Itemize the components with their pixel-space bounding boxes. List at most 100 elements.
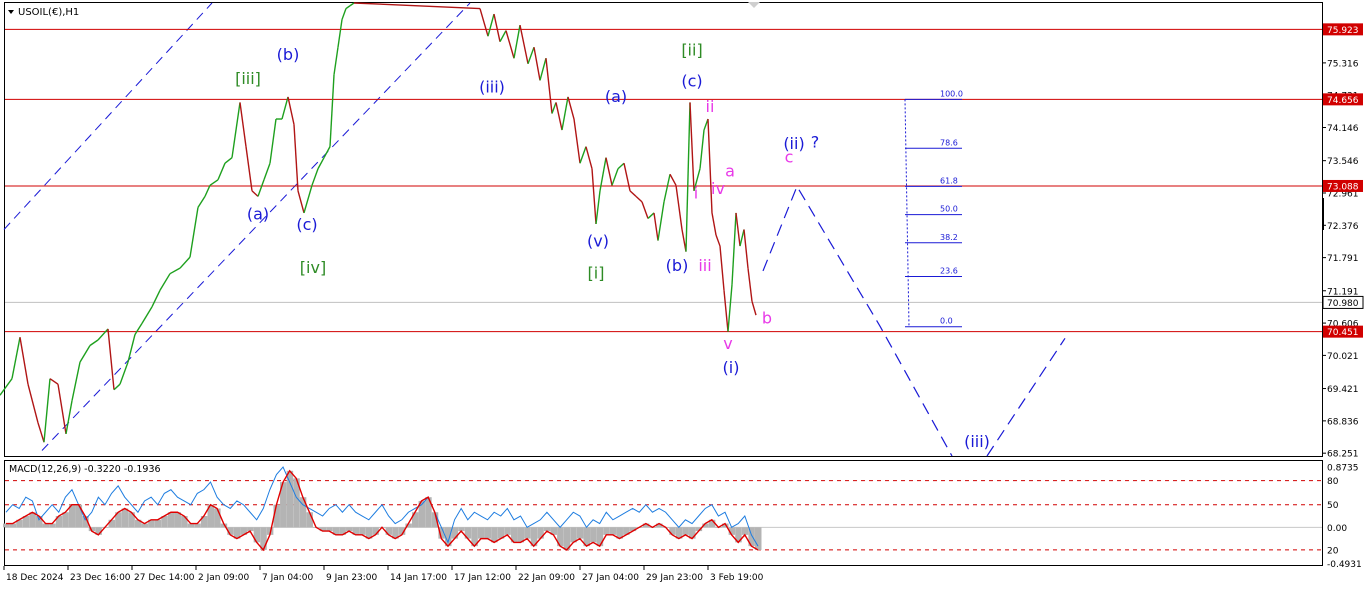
fib-level-label: 23.6: [940, 266, 958, 275]
macd-histogram-bar: [62, 512, 69, 528]
macd-histogram-bar: [524, 527, 531, 539]
macd-histogram-bar: [537, 527, 544, 539]
macd-histogram-bar: [121, 508, 129, 528]
macd-histogram-bar: [260, 527, 267, 550]
macd-tick-label: -0.4931: [1327, 560, 1362, 570]
time-tick-label: 29 Jan 23:00: [646, 573, 703, 583]
wave-label: [ii]: [681, 40, 702, 59]
macd-histogram-bar: [682, 527, 689, 535]
time-tick-label: 3 Feb 19:00: [710, 573, 764, 583]
wave-label: [iii]: [235, 69, 261, 88]
macd-tick-label: 0.00: [1327, 524, 1347, 534]
wave-label: (b): [277, 45, 300, 64]
macd-histogram-bar: [167, 512, 175, 528]
time-tick-label: 23 Dec 16:00: [70, 573, 131, 583]
wave-label: (v): [587, 232, 609, 251]
macd-histogram-bar: [596, 527, 604, 547]
macd-histogram-bar: [68, 504, 76, 528]
level-price-label: 70.451: [1327, 328, 1359, 338]
macd-histogram-bar: [181, 516, 188, 528]
wave-label: (iii): [964, 432, 990, 451]
fib-level-label: 38.2: [940, 233, 958, 242]
time-tick-label: 17 Jan 12:00: [454, 573, 511, 583]
macd-histogram-bar: [576, 527, 584, 539]
wave-label: v: [723, 334, 732, 353]
time-tick-label: 9 Jan 23:00: [326, 573, 378, 583]
macd-histogram-bar: [570, 527, 577, 543]
macd-histogram-bar: [669, 527, 676, 535]
macd-histogram-bar: [451, 527, 459, 539]
price-tick-label: 75.316: [1327, 59, 1359, 69]
fib-level-label: 78.6: [940, 138, 958, 147]
macd-histogram-bar: [286, 470, 294, 528]
time-tick-label: 22 Jan 09:00: [518, 573, 575, 583]
macd-histogram-bar: [35, 516, 43, 528]
price-tick-label: 68.836: [1327, 417, 1359, 427]
price-tick-label: 71.791: [1327, 254, 1359, 264]
macd-tick-label: 20: [1327, 546, 1339, 556]
macd-histogram-bar: [385, 527, 393, 535]
macd-histogram-bar: [491, 527, 498, 543]
macd-histogram-bar: [603, 527, 610, 535]
scroll-handle[interactable]: [1322, 198, 1324, 230]
wave-label: (a): [605, 87, 627, 106]
wave-label: [i]: [588, 264, 605, 283]
level-price-label: 75.923: [1327, 26, 1359, 36]
macd-tick-label: 0.8735: [1327, 464, 1359, 474]
fib-level-label: 100.0: [940, 89, 963, 98]
price-tick-label: 71.191: [1327, 287, 1359, 297]
time-tick-label: 14 Jan 17:00: [390, 573, 447, 583]
wave-label: iii: [698, 256, 711, 275]
price-tick-label: 72.376: [1327, 222, 1359, 232]
level-price-label: 73.088: [1327, 182, 1359, 192]
macd-histogram-bar: [517, 527, 525, 543]
symbol-title: USOIL(€),H1: [18, 7, 79, 18]
wave-label: (c): [296, 215, 317, 234]
price-tick-label: 70.021: [1327, 352, 1359, 362]
price-tick-label: 73.546: [1327, 157, 1359, 167]
fib-level-label: 61.8: [940, 176, 958, 185]
fib-level-label: 0.0: [940, 317, 953, 326]
macd-histogram-bar: [590, 527, 597, 543]
wave-label: ii: [706, 97, 715, 116]
macd-histogram-bar: [755, 527, 762, 550]
macd-tick-label: 50: [1327, 501, 1339, 511]
current-price-label: 70.980: [1327, 299, 1359, 309]
time-tick-label: 2 Jan 09:00: [198, 573, 250, 583]
wave-label: (iii): [479, 77, 505, 96]
fib-level-label: 50.0: [940, 205, 958, 214]
level-price-label: 74.656: [1327, 96, 1359, 106]
macd-title: MACD(12,26,9) -0.3220 -0.1936: [9, 464, 161, 475]
macd-histogram-bar: [29, 512, 36, 528]
macd-histogram-bar: [484, 527, 492, 539]
wave-label: (a): [247, 205, 269, 224]
wave-label: a: [725, 161, 735, 180]
time-tick-label: 27 Dec 14:00: [134, 573, 195, 583]
wave-label: b: [762, 308, 772, 327]
macd-histogram-bar: [359, 527, 366, 535]
macd-histogram-bar: [214, 508, 221, 528]
macd-histogram-bar: [154, 519, 162, 528]
wave-label: iv: [711, 179, 725, 198]
trading-chart[interactable]: 100.0 78.6 61.8 50.0 38.2 23.6 0.0 [iii] (b) (a)…: [0, 0, 1366, 588]
wave-label: [iv]: [300, 258, 326, 277]
wave-label: i: [694, 184, 698, 203]
chart-canvas[interactable]: 100.0 78.6 61.8 50.0 38.2 23.6 0.0 [iii] (b) (a)…: [0, 0, 1366, 588]
wave-label: c: [785, 148, 794, 167]
wave-label: (c): [681, 71, 702, 90]
wave-label: (b): [666, 256, 689, 275]
wave-label: (i): [723, 358, 740, 377]
macd-histogram-bar: [108, 519, 116, 528]
macd-tick-label: 80: [1327, 477, 1339, 487]
price-tick-label: 69.421: [1327, 385, 1359, 395]
price-tick-label: 74.146: [1327, 124, 1359, 134]
time-tick-label: 18 Dec 2024: [6, 573, 64, 583]
macd-histogram-bar: [174, 512, 182, 528]
price-tick-label: 68.251: [1327, 450, 1359, 460]
macd-histogram-bar: [741, 527, 749, 535]
wave-label: ?: [811, 133, 820, 152]
macd-histogram-bar: [504, 527, 511, 535]
macd-histogram-bar: [477, 527, 485, 539]
macd-histogram-bar: [609, 527, 617, 535]
time-tick-label: 7 Jan 04:00: [262, 573, 314, 583]
